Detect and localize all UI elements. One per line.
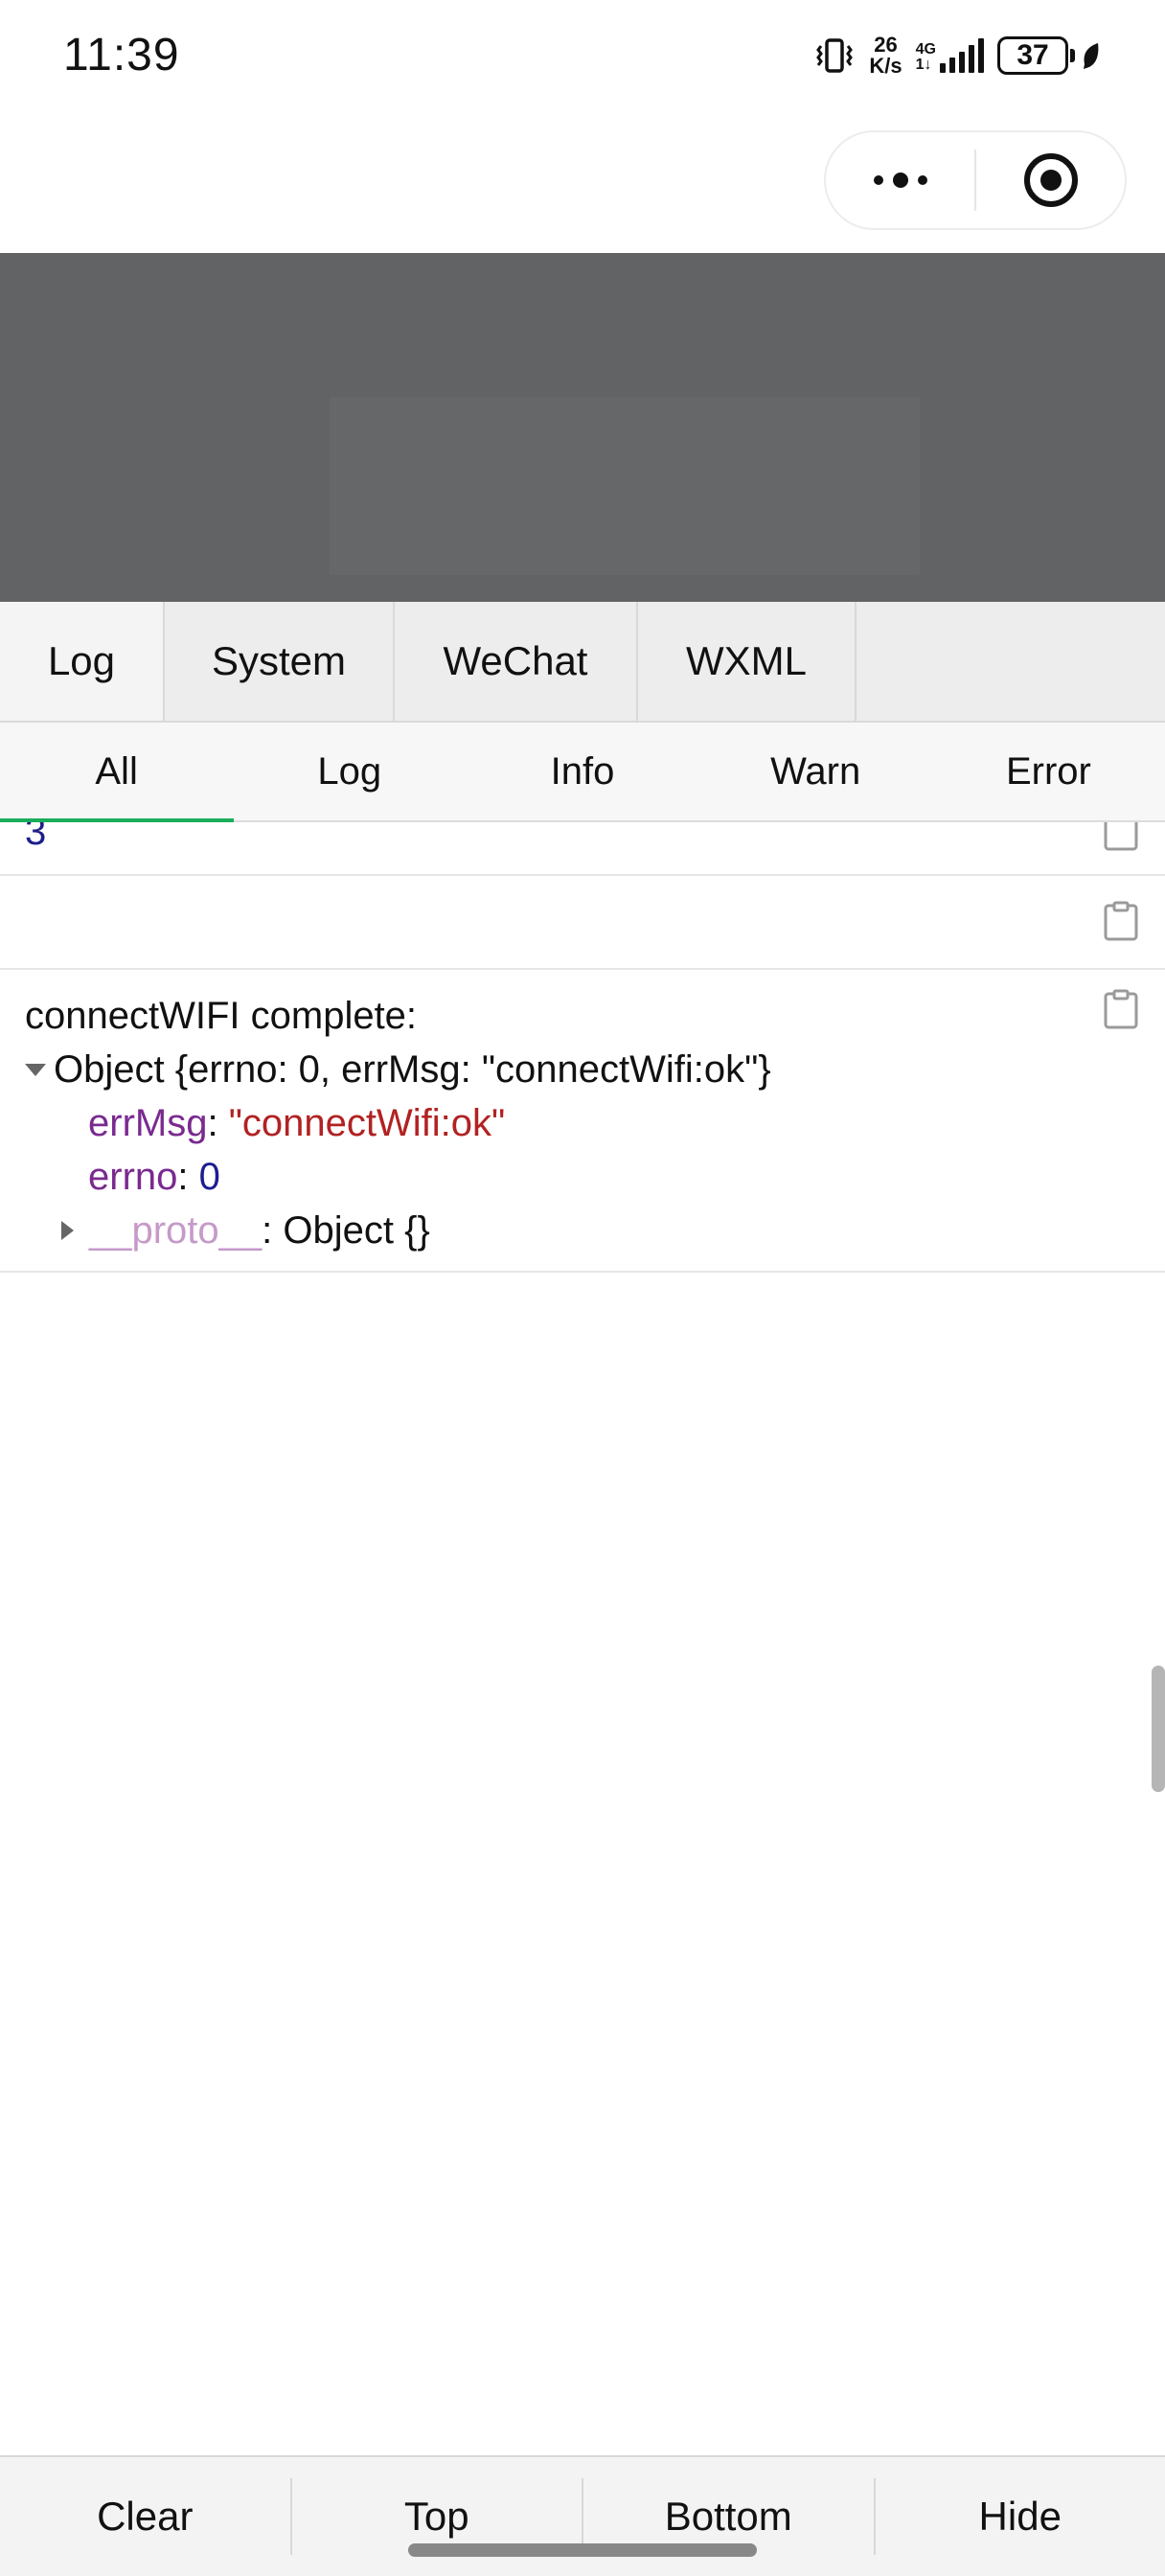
tab-log[interactable]: Log	[0, 602, 165, 721]
property-colon: :	[177, 1156, 199, 1198]
network-speed: 26 K/s	[869, 34, 902, 77]
status-bar: 11:39 26 K/s 4G 1↓ 37	[0, 0, 1165, 113]
top-button[interactable]: Top	[292, 2457, 582, 2576]
object-summary: Object {errno: 0, errMsg: "connectWifi:o…	[54, 1048, 771, 1091]
more-button[interactable]	[826, 132, 974, 228]
vconsole-toolbar: Clear Top Bottom Hide	[0, 2455, 1165, 2576]
network-type: 4G 1↓	[916, 42, 936, 73]
log-list[interactable]: 3 connectWIFI complete: Object {errno: 0…	[0, 822, 1165, 2576]
property-value: "connectWifi:ok"	[228, 1102, 506, 1144]
filter-warn[interactable]: Warn	[699, 723, 932, 820]
network-indicator: 4G 1↓	[916, 38, 984, 73]
log-item	[0, 876, 1165, 970]
property-colon: :	[207, 1102, 229, 1144]
home-indicator[interactable]	[408, 2543, 757, 2557]
speed-value: 26	[874, 33, 898, 57]
close-target-icon	[1023, 153, 1078, 207]
scrollbar-thumb[interactable]	[1152, 1666, 1165, 1792]
leaf-icon	[1084, 43, 1099, 69]
network-sub: 1↓	[915, 57, 932, 73]
proto-key: __proto__	[89, 1209, 263, 1252]
menu-capsule	[824, 130, 1127, 230]
vconsole-panel: Log System WeChat WXML All Log Info Warn…	[0, 602, 1165, 2576]
log-item: 3	[0, 822, 1165, 876]
bottom-button[interactable]: Bottom	[583, 2457, 874, 2576]
tab-wechat[interactable]: WeChat	[395, 602, 638, 721]
expanded-triangle-icon	[25, 1063, 46, 1076]
copy-icon[interactable]	[1104, 989, 1138, 1029]
tab-system[interactable]: System	[165, 602, 395, 721]
log-item: connectWIFI complete: Object {errno: 0, …	[0, 970, 1165, 1273]
dimmed-app-content	[330, 397, 920, 575]
filter-log[interactable]: Log	[233, 723, 466, 820]
dimmed-app-overlay[interactable]	[0, 253, 1165, 602]
speed-unit: K/s	[869, 54, 902, 78]
clear-button[interactable]: Clear	[0, 2457, 290, 2576]
object-property: errno: 0	[25, 1150, 1165, 1204]
tab-wxml[interactable]: WXML	[638, 602, 857, 721]
filter-all[interactable]: All	[0, 723, 233, 820]
property-key: errMsg	[88, 1102, 208, 1144]
property-value: 0	[198, 1156, 220, 1198]
battery-level: 37	[997, 36, 1068, 75]
battery-icon: 37	[997, 36, 1102, 75]
proto-value: : Object {}	[262, 1209, 430, 1252]
object-toggle[interactable]: Object {errno: 0, errMsg: "connectWifi:o…	[25, 1043, 1165, 1096]
signal-icon	[940, 38, 984, 73]
close-button[interactable]	[976, 132, 1125, 228]
log-message: connectWIFI complete:	[25, 995, 418, 1037]
copy-icon[interactable]	[1104, 822, 1138, 851]
hide-button[interactable]: Hide	[876, 2457, 1165, 2576]
network-label: 4G	[915, 41, 936, 58]
mini-program-nav-bar	[0, 113, 1165, 253]
log-filter-tabs: All Log Info Warn Error	[0, 723, 1165, 822]
filter-info[interactable]: Info	[466, 723, 698, 820]
more-dots-icon	[873, 172, 927, 188]
filter-error[interactable]: Error	[932, 723, 1165, 820]
property-key: errno	[88, 1156, 178, 1198]
object-property: errMsg: "connectWifi:ok"	[25, 1096, 1165, 1150]
status-time: 11:39	[63, 30, 180, 80]
status-icons: 26 K/s 4G 1↓ 37	[813, 29, 1102, 82]
screen: 11:39 26 K/s 4G 1↓ 37 Log System WeChat …	[0, 0, 1165, 2576]
log-value: 3	[25, 822, 47, 853]
vibrate-icon	[816, 38, 854, 73]
collapsed-triangle-icon	[61, 1221, 74, 1240]
proto-toggle[interactable]: __proto__: Object {}	[25, 1204, 1165, 1257]
vconsole-tabs: Log System WeChat WXML	[0, 602, 1165, 723]
copy-icon[interactable]	[1104, 901, 1138, 941]
